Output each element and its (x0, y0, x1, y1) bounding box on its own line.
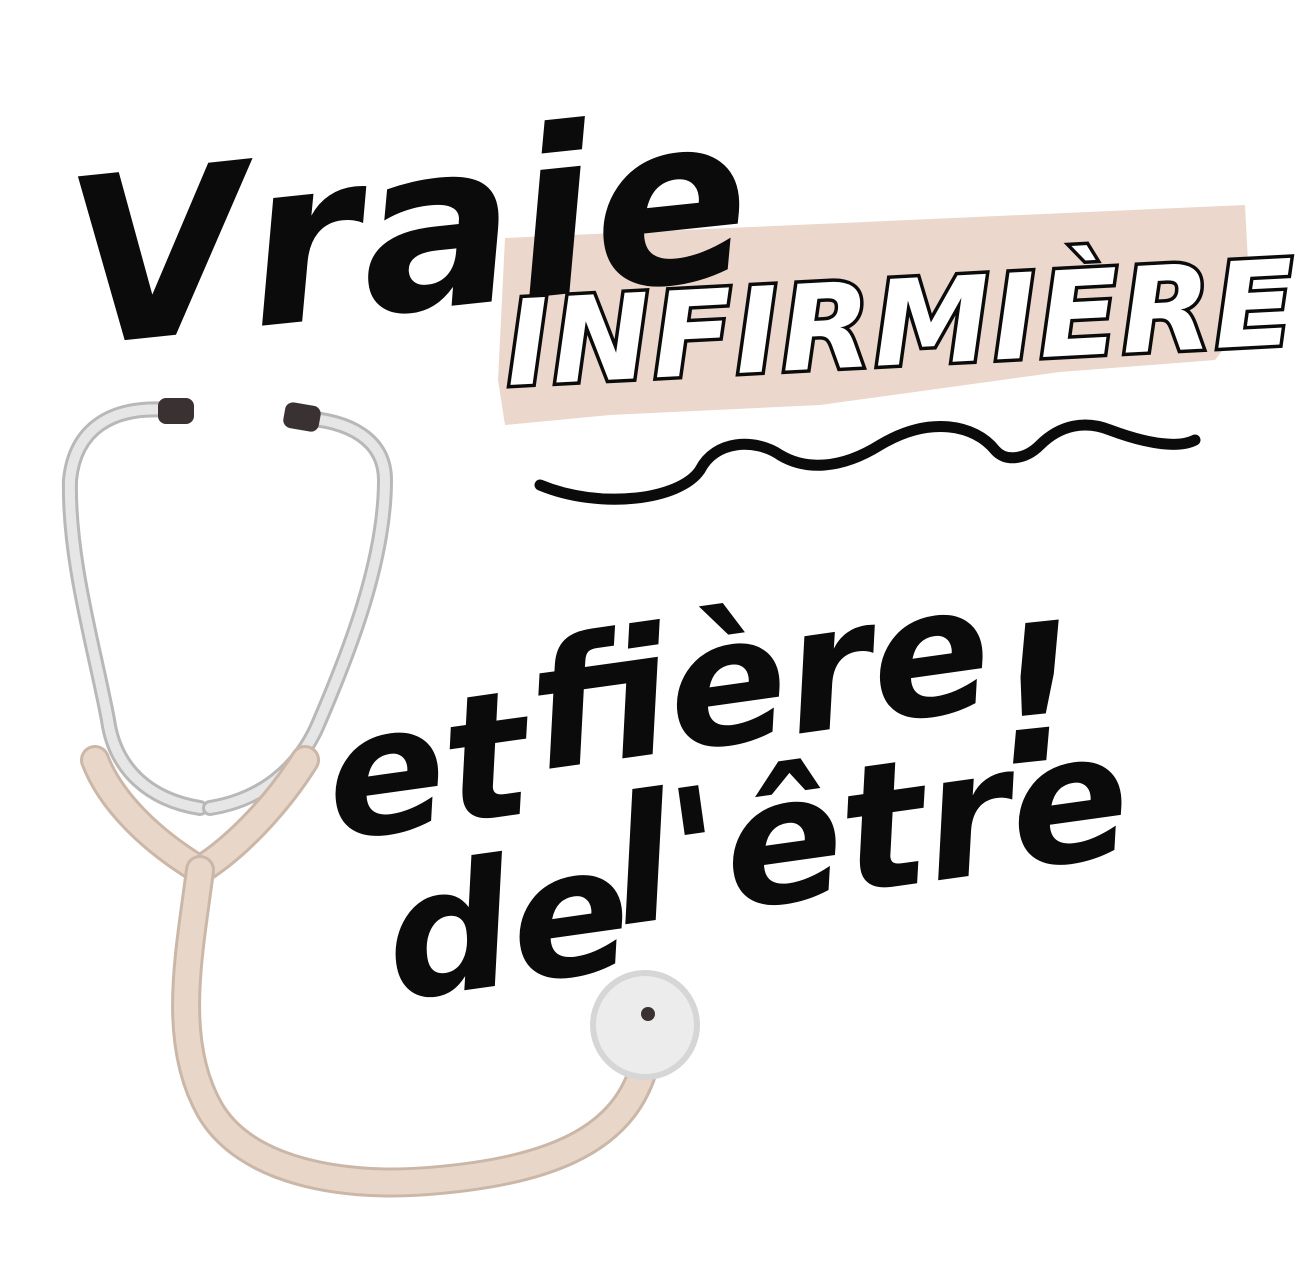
right-earpiece (283, 402, 321, 432)
tagline-de: de (373, 807, 643, 1042)
squiggle-line (534, 419, 1201, 505)
artwork: Vraie INFIRMIÈRE et fière de l'être ! (56, 63, 1303, 1198)
design-canvas: Vraie INFIRMIÈRE et fière de l'être ! (0, 0, 1310, 1270)
left-earpiece (158, 398, 194, 424)
